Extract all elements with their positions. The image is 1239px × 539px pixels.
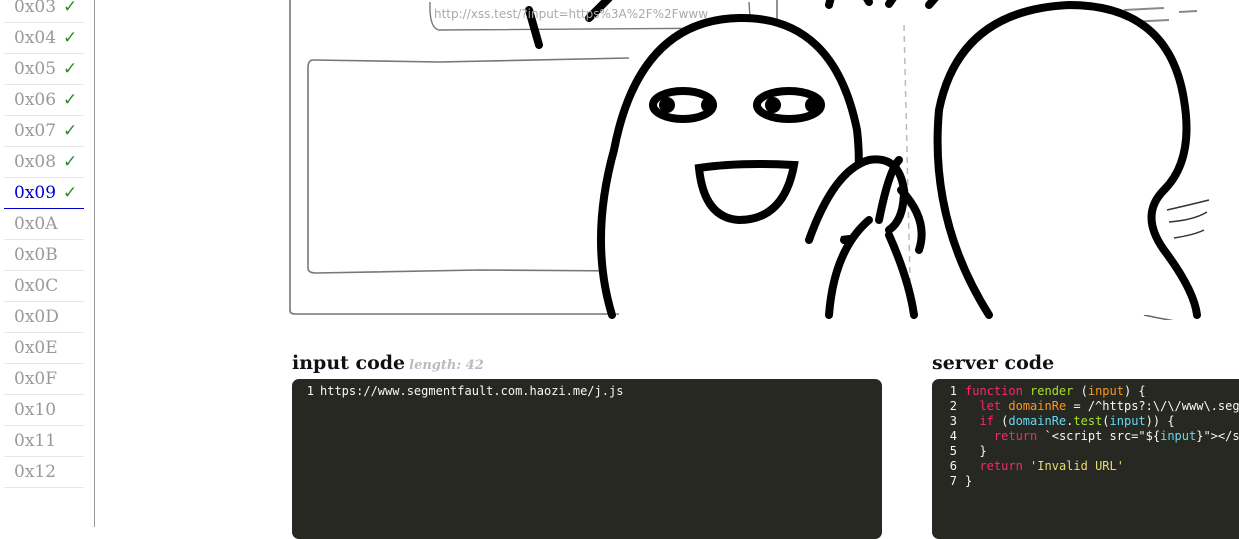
level-item[interactable]: 0x0A xyxy=(4,209,84,240)
level-item[interactable]: 0x08 ✓ xyxy=(4,147,84,178)
line-number: 5 xyxy=(949,444,957,458)
code-token: } xyxy=(965,474,973,488)
code-token: domainRe xyxy=(1008,414,1067,428)
level-label: 0x08 xyxy=(14,152,57,172)
level-label: 0x05 xyxy=(14,59,57,79)
code-token: domainRe xyxy=(1008,399,1067,413)
code-token: ( xyxy=(1073,384,1088,398)
checkmark-icon: ✓ xyxy=(63,183,78,203)
level-item[interactable]: 0x0B xyxy=(4,240,84,271)
level-label: 0x04 xyxy=(14,28,57,48)
checkmark-icon: ✓ xyxy=(63,28,78,48)
code-token: ) { xyxy=(1123,384,1146,398)
line-number: 2 xyxy=(949,399,957,413)
code-token: return xyxy=(993,429,1038,443)
code-token: 'Invalid URL' xyxy=(1030,459,1124,473)
code-token: let xyxy=(979,399,1002,413)
level-item[interactable]: 0x11 xyxy=(4,426,84,457)
line-number: 3 xyxy=(949,414,957,428)
code-token: input xyxy=(1109,414,1146,428)
code-token: function xyxy=(965,384,1023,398)
input-length-hint: length: 42 xyxy=(409,358,484,373)
code-token: ( xyxy=(1102,414,1110,428)
code-token: return xyxy=(979,459,1023,473)
checkmark-icon: ✓ xyxy=(63,59,78,79)
code-token: input xyxy=(1087,384,1124,398)
level-label: 0x0E xyxy=(14,338,58,358)
level-label: 0x0C xyxy=(14,276,59,296)
level-label: 0x0B xyxy=(14,245,58,265)
level-item[interactable]: 0x12 xyxy=(4,457,84,488)
checkmark-icon: ✓ xyxy=(63,90,78,110)
code-token: }"></s xyxy=(1196,429,1239,443)
level-label: 0x06 xyxy=(14,90,57,110)
level-label: 0x0A xyxy=(14,214,58,234)
code-line: 6 return 'Invalid URL' xyxy=(932,459,1239,474)
line-number: 1 xyxy=(306,384,314,398)
code-token: = /^https?:\/\/www\.seg xyxy=(1066,399,1239,413)
level-label: 0x0F xyxy=(14,369,58,389)
level-label: 0x03 xyxy=(14,0,57,17)
code-token: render xyxy=(1030,384,1074,398)
level-list: 0x03 ✓ 0x04 ✓ 0x05 ✓ 0x06 ✓ 0x07 ✓ 0x08 ✓ 0x09 ✓ 0x0A 0… xyxy=(4,0,84,488)
code-line: 2 let domainRe = /^https?:\/\/www\.seg xyxy=(932,399,1239,414)
level-label: 0x11 xyxy=(14,431,57,451)
level-sidebar: 0x03 ✓ 0x04 ✓ 0x05 ✓ 0x06 ✓ 0x07 ✓ 0x08 ✓ 0x09 ✓ 0x0A 0… xyxy=(0,0,95,527)
code-token: )) { xyxy=(1145,414,1175,428)
line-number: 6 xyxy=(949,459,957,473)
server-code-title: server code xyxy=(932,352,1055,374)
input-code-text[interactable]: https://www.segmentfault.com.haozi.me/j.… xyxy=(320,384,623,398)
level-item[interactable]: 0x06 ✓ xyxy=(4,85,84,116)
code-token: input xyxy=(1160,429,1197,443)
code-token: test xyxy=(1073,414,1103,428)
input-code-editor[interactable]: 1 https://www.segmentfault.com.haozi.me/j… xyxy=(292,379,882,539)
level-label: 0x09 xyxy=(14,183,57,203)
level-item[interactable]: 0x0C xyxy=(4,271,84,302)
laughing-character-left xyxy=(525,0,918,319)
preview-illustration xyxy=(289,0,1210,320)
checkmark-icon: ✓ xyxy=(63,152,78,172)
line-number: 7 xyxy=(949,474,957,488)
level-item[interactable]: 0x0E xyxy=(4,333,84,364)
input-code-title: input code length: 42 xyxy=(292,352,484,374)
level-item[interactable]: 0x05 ✓ xyxy=(4,54,84,85)
level-item[interactable]: 0x09 ✓ xyxy=(4,178,84,209)
address-bar-text: http://xss.test/?input=https%3A%2F%2Fwww xyxy=(434,7,709,21)
code-token: `<script src="${ xyxy=(1037,429,1161,443)
line-number: 4 xyxy=(949,429,957,443)
level-item[interactable]: 0x03 ✓ xyxy=(4,0,84,23)
code-line: 5 } xyxy=(932,444,1239,459)
code-token: } xyxy=(965,444,987,458)
code-line: 1 function render (input) { xyxy=(932,384,1239,399)
server-code-viewer: 1 function render (input) { 2 let domainR… xyxy=(932,379,1239,539)
code-line: 7} xyxy=(932,474,1239,489)
preview-frame: http://xss.test/?input=https%3A%2F%2Fwww xyxy=(289,0,1239,320)
code-token: ( xyxy=(993,414,1009,428)
level-label: 0x0D xyxy=(14,307,59,327)
code-token: if xyxy=(979,414,994,428)
level-item[interactable]: 0x0D xyxy=(4,302,84,333)
input-code-label: input code xyxy=(292,352,406,374)
checkmark-icon: ✓ xyxy=(63,0,78,17)
code-line[interactable]: 1 https://www.segmentfault.com.haozi.me/j… xyxy=(292,384,882,399)
code-line: 4 return `<script src="${input}"></s xyxy=(932,429,1239,444)
level-item[interactable]: 0x04 ✓ xyxy=(4,23,84,54)
level-item[interactable]: 0x0F xyxy=(4,364,84,395)
level-item[interactable]: 0x07 ✓ xyxy=(4,116,84,147)
code-line: 3 if (domainRe.test(input)) { xyxy=(932,414,1239,429)
level-label: 0x10 xyxy=(14,400,57,420)
level-item[interactable]: 0x10 xyxy=(4,395,84,426)
line-number: 1 xyxy=(949,384,957,398)
level-label: 0x12 xyxy=(14,462,57,482)
level-label: 0x07 xyxy=(14,121,57,141)
checkmark-icon: ✓ xyxy=(63,121,78,141)
